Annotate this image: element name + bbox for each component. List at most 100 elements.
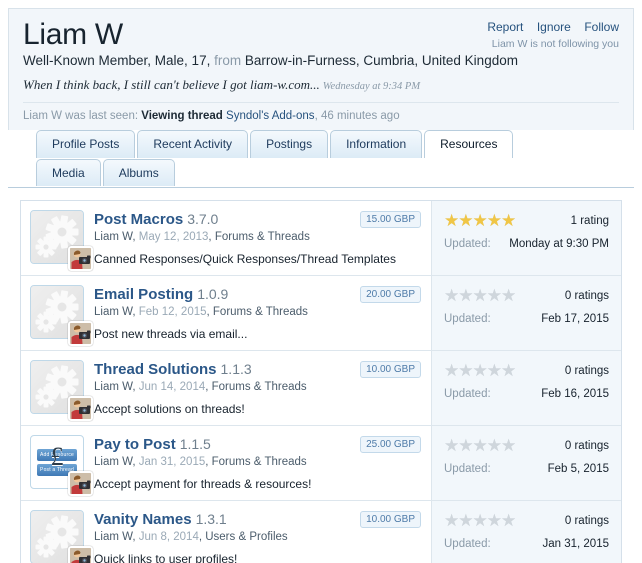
star-icon[interactable]: ★: [487, 436, 502, 455]
star-icon[interactable]: ★: [444, 511, 459, 530]
rating-stars[interactable]: ★★★★★: [444, 211, 516, 230]
resource-updated-line: Updated: Monday at 9:30 PM: [444, 238, 609, 250]
star-icon[interactable]: ★: [473, 286, 488, 305]
rating-stars[interactable]: ★★★★★: [444, 361, 516, 380]
resource-row[interactable]: Post Macros 3.7.0 Liam W, May 12, 2013, Fo…: [21, 201, 621, 277]
tab-media[interactable]: Media: [36, 159, 101, 187]
resource-rating-line: ★★★★★ 0 ratings: [444, 437, 609, 454]
resource-title-link[interactable]: Pay to Post: [94, 436, 176, 453]
resource-rating-line: ★★★★★ 0 ratings: [444, 362, 609, 379]
resource-title-link[interactable]: Thread Solutions: [94, 361, 217, 378]
ignore-link[interactable]: Ignore: [537, 20, 571, 34]
updated-date: Monday at 9:30 PM: [509, 238, 609, 251]
resource-side: ★★★★★ 0 ratings Updated: Feb 16, 2015: [431, 351, 621, 426]
star-icon[interactable]: ★: [458, 361, 473, 380]
resource-author-link[interactable]: Liam W: [94, 381, 132, 393]
resource-list: Post Macros 3.7.0 Liam W, May 12, 2013, Fo…: [20, 200, 622, 563]
last-seen-suffix: , 46 minutes ago: [314, 110, 400, 123]
star-icon[interactable]: ★: [458, 286, 473, 305]
last-seen-thread-link[interactable]: Syndol's Add-ons: [226, 110, 315, 122]
resource-icon-wrap[interactable]: [30, 360, 93, 422]
user-blurb-from: from: [214, 53, 242, 69]
star-icon[interactable]: ★: [501, 211, 516, 230]
star-icon[interactable]: ★: [487, 511, 502, 530]
resource-category-link[interactable]: Forums & Threads: [213, 306, 308, 318]
resource-row[interactable]: Add Resource Post a Thread £ Pay to Post 1.1…: [21, 426, 621, 502]
resource-icon-wrap[interactable]: Add Resource Post a Thread £: [30, 435, 93, 497]
resource-title-link[interactable]: Vanity Names: [94, 511, 192, 528]
resource-icon-wrap[interactable]: [30, 285, 93, 347]
resource-category-link[interactable]: Forums & Threads: [212, 456, 307, 468]
resource-row[interactable]: Vanity Names 1.3.1 Liam W, Jun 8, 2014, Us…: [21, 501, 621, 563]
star-icon[interactable]: ★: [473, 211, 488, 230]
resource-author-link[interactable]: Liam W: [94, 531, 132, 543]
follow-link[interactable]: Follow: [584, 20, 619, 34]
star-icon[interactable]: ★: [501, 286, 516, 305]
star-icon[interactable]: ★: [501, 511, 516, 530]
star-icon[interactable]: ★: [458, 211, 473, 230]
resource-row[interactable]: Thread Solutions 1.1.3 Liam W, Jun 14, 201…: [21, 351, 621, 427]
tab-label: Albums: [118, 166, 159, 181]
updated-date: Feb 17, 2015: [541, 313, 609, 326]
resource-category-link[interactable]: Users & Profiles: [205, 531, 287, 543]
star-icon[interactable]: ★: [473, 436, 488, 455]
tab-label: Resources: [440, 137, 498, 152]
author-avatar[interactable]: [68, 396, 93, 422]
star-icon[interactable]: ★: [444, 211, 459, 230]
resource-price-badge: 15.00 GBP: [360, 211, 421, 229]
rating-count: 0 ratings: [564, 289, 609, 302]
tab-profile-posts[interactable]: Profile Posts: [36, 130, 136, 159]
star-icon[interactable]: ★: [458, 511, 473, 530]
star-icon[interactable]: ★: [487, 211, 502, 230]
resource-version: 3.7.0: [187, 211, 219, 228]
resource-title-link[interactable]: Post Macros: [94, 211, 183, 228]
resource-author-link[interactable]: Liam W: [94, 306, 132, 318]
rating-stars[interactable]: ★★★★★: [444, 286, 516, 305]
star-icon[interactable]: ★: [444, 286, 459, 305]
tab-resources[interactable]: Resources: [424, 130, 514, 160]
star-icon[interactable]: ★: [444, 436, 459, 455]
resource-date: Jan 31, 2015: [138, 456, 206, 469]
star-icon[interactable]: ★: [501, 361, 516, 380]
rating-count: 0 ratings: [564, 364, 609, 377]
tab-albums[interactable]: Albums: [102, 159, 175, 187]
last-seen-action: Viewing thread: [141, 110, 223, 123]
star-icon[interactable]: ★: [458, 436, 473, 455]
author-avatar[interactable]: [68, 246, 93, 272]
updated-date: Feb 16, 2015: [541, 388, 609, 401]
tab-row-primary: Profile Posts Recent Activity Postings Info…: [36, 130, 634, 160]
tab-information[interactable]: Information: [330, 130, 423, 159]
tab-postings[interactable]: Postings: [250, 130, 329, 159]
star-icon[interactable]: ★: [444, 361, 459, 380]
author-avatar[interactable]: [68, 471, 93, 497]
resource-icon-wrap[interactable]: [30, 210, 93, 272]
star-icon[interactable]: ★: [473, 361, 488, 380]
tab-recent-activity[interactable]: Recent Activity: [137, 130, 249, 159]
resource-category-link[interactable]: Forums & Threads: [215, 231, 310, 243]
rating-stars[interactable]: ★★★★★: [444, 511, 516, 530]
author-avatar[interactable]: [68, 321, 93, 347]
resource-meta: Liam W, Feb 12, 2015, Forums & Threads: [94, 306, 308, 319]
updated-label: Updated:: [444, 463, 491, 476]
profile-page: Report Ignore Follow Liam W is not follo…: [0, 0, 642, 563]
resource-icon-wrap[interactable]: [30, 510, 93, 563]
star-icon[interactable]: ★: [487, 286, 502, 305]
resource-main: Post Macros 3.7.0 Liam W, May 12, 2013, Fo…: [21, 201, 431, 275]
resource-author-link[interactable]: Liam W: [94, 231, 132, 243]
resource-rating-line: ★★★★★ 1 rating: [444, 212, 609, 229]
tab-content-resources: Post Macros 3.7.0 Liam W, May 12, 2013, Fo…: [8, 188, 634, 563]
resource-version: 1.1.5: [179, 436, 211, 453]
resource-rating-line: ★★★★★ 0 ratings: [444, 512, 609, 529]
star-icon[interactable]: ★: [487, 361, 502, 380]
resource-row[interactable]: Email Posting 1.0.9 Liam W, Feb 12, 2015, …: [21, 276, 621, 352]
rating-stars[interactable]: ★★★★★: [444, 436, 516, 455]
author-avatar[interactable]: [68, 546, 93, 563]
star-icon[interactable]: ★: [501, 436, 516, 455]
report-link[interactable]: Report: [487, 20, 523, 34]
resource-main: Thread Solutions 1.1.3 Liam W, Jun 14, 201…: [21, 351, 431, 425]
resource-author-link[interactable]: Liam W: [94, 456, 132, 468]
resource-category-link[interactable]: Forums & Threads: [212, 381, 307, 393]
resource-title-link[interactable]: Email Posting: [94, 286, 193, 303]
rating-count: 0 ratings: [564, 439, 609, 452]
star-icon[interactable]: ★: [473, 511, 488, 530]
